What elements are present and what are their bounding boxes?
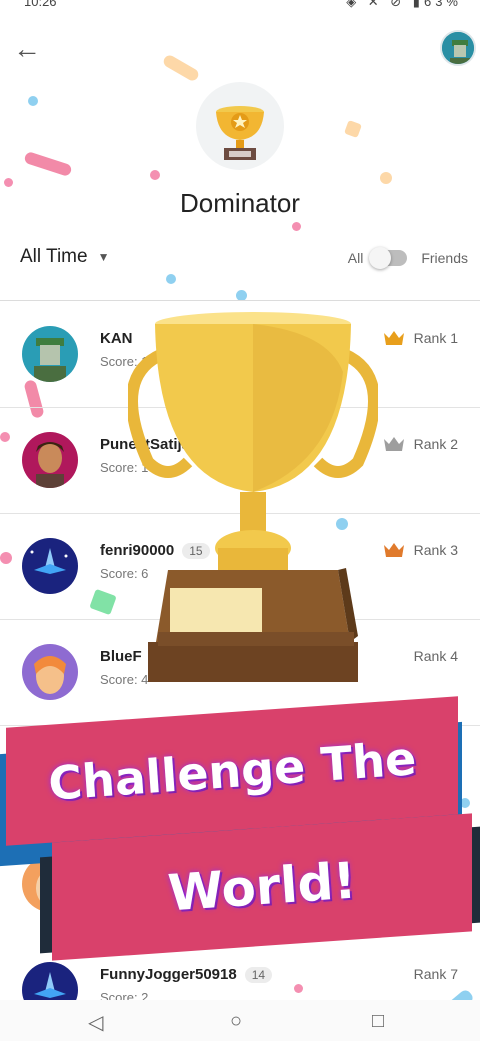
rank-label: Rank 7 bbox=[413, 966, 458, 982]
trophy-illustration bbox=[128, 312, 378, 682]
status-bar: 10:26 ◈ ✕ ⊘ ▮63% bbox=[0, 0, 480, 12]
arrow-left-icon: ← bbox=[13, 33, 41, 64]
confetti-piece bbox=[23, 150, 73, 178]
filter-row: All Time ▼ All Friends bbox=[0, 238, 480, 282]
battery-level: 63% bbox=[423, 0, 462, 9]
status-time: 10:26 bbox=[24, 0, 57, 9]
back-button[interactable]: ← bbox=[10, 32, 44, 66]
confetti-piece bbox=[292, 222, 301, 231]
banner-line-2: World! bbox=[166, 851, 358, 923]
confetti-piece bbox=[344, 120, 362, 138]
rank-indicator: Rank 3 bbox=[383, 542, 458, 558]
all-friends-toggle-group: All Friends bbox=[347, 247, 468, 269]
user-avatar-icon bbox=[442, 32, 474, 64]
circle-home-icon[interactable]: ○ bbox=[230, 1010, 242, 1033]
time-range-label: All Time bbox=[20, 246, 88, 267]
confetti-piece bbox=[161, 53, 201, 83]
rank-label: Rank 2 bbox=[413, 436, 458, 452]
crown-icon bbox=[383, 543, 404, 557]
rank-label: Rank 3 bbox=[413, 542, 458, 558]
confetti-piece bbox=[28, 96, 38, 106]
level-badge: 14 bbox=[244, 967, 273, 983]
player-avatar bbox=[22, 326, 78, 382]
player-name: FunnyJogger50918 14 bbox=[100, 966, 273, 983]
toggle-label-friends: Friends bbox=[421, 250, 468, 266]
all-friends-toggle[interactable] bbox=[369, 247, 408, 269]
rank-indicator: Rank 1 bbox=[383, 330, 458, 346]
rank-indicator: Rank 7 bbox=[414, 966, 458, 982]
crown-icon bbox=[383, 331, 404, 345]
toggle-knob bbox=[369, 247, 392, 269]
divider bbox=[0, 300, 480, 301]
player-name-text: FunnyJogger50918 bbox=[100, 966, 237, 983]
status-icons: ◈ ✕ ⊘ ▮63% bbox=[346, 0, 462, 10]
rank-label: Rank 4 bbox=[413, 648, 458, 664]
achievement-title: Dominator bbox=[180, 188, 300, 218]
time-range-dropdown[interactable]: All Time ▼ bbox=[20, 246, 109, 268]
confetti-piece bbox=[150, 170, 160, 180]
rank-indicator: Rank 2 bbox=[383, 436, 458, 452]
triangle-back-icon[interactable]: ◁ bbox=[88, 1010, 103, 1035]
player-avatar bbox=[22, 538, 78, 594]
square-recents-icon[interactable]: □ bbox=[372, 1010, 384, 1033]
confetti-piece bbox=[4, 178, 13, 187]
player-avatar bbox=[22, 432, 78, 488]
profile-avatar[interactable] bbox=[440, 30, 476, 66]
achievement-trophy-badge bbox=[196, 82, 284, 170]
crown-icon bbox=[383, 437, 404, 451]
toggle-label-all: All bbox=[347, 250, 364, 266]
chevron-down-icon: ▼ bbox=[97, 249, 110, 264]
rank-label: Rank 1 bbox=[413, 330, 458, 346]
rank-indicator: Rank 4 bbox=[414, 648, 458, 664]
small-trophy-icon bbox=[216, 106, 264, 160]
confetti-piece bbox=[380, 172, 392, 184]
system-nav-bar: ◁ ○ □ bbox=[0, 1000, 480, 1041]
player-avatar bbox=[22, 644, 78, 700]
